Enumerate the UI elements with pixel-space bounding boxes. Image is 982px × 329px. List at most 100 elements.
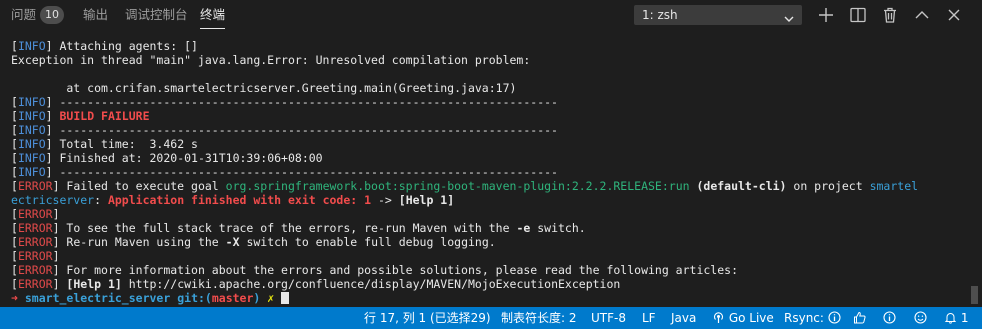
terminal-text: BUILD FAILURE <box>59 109 150 123</box>
terminal-text: [Help 1] <box>66 277 122 291</box>
terminal-line: [ERROR] [Help 1] http://cwiki.apache.org… <box>11 277 971 291</box>
terminal-lines: [INFO] Attaching agents: [] Exception in … <box>11 39 971 305</box>
terminal-text: ] For more information about the errors … <box>52 263 738 277</box>
terminal-text: ] Total time: 3.462 s <box>45 137 198 151</box>
terminal-text: http://cwiki.apache.org/confluence/displ… <box>121 277 621 291</box>
split-terminal-icon[interactable] <box>849 6 867 24</box>
terminal-text: ERROR <box>17 277 53 291</box>
terminal-text: ERROR <box>17 249 53 263</box>
notifications-button[interactable]: 1 <box>944 307 968 329</box>
terminal-text: [Help 1] <box>398 193 455 207</box>
panel-header: 问题 10 输出 调试控制台 终端 1: zsh <box>0 0 982 31</box>
rsync-label: Rsync: <box>784 311 824 325</box>
chevron-down-icon <box>784 10 794 22</box>
terminal-text: on project <box>786 179 870 193</box>
encoding[interactable]: UTF-8 <box>591 307 626 329</box>
chevron-up-icon[interactable] <box>913 6 931 24</box>
line-ending[interactable]: LF <box>642 307 656 329</box>
terminal-text: ERROR <box>17 207 53 221</box>
terminal-prompt[interactable]: ➜ smart_electric_server git:(master) ✗ <box>11 291 971 305</box>
tab-terminal[interactable]: 终端 <box>200 7 226 29</box>
language-mode[interactable]: Java <box>671 307 696 329</box>
terminal-text: INFO <box>17 95 46 109</box>
prompt-directory: smart_electric_server <box>24 291 171 305</box>
terminal-text: -e <box>516 221 531 235</box>
terminal-text: [ <box>11 179 18 193</box>
terminal-text: ] Finished at: 2020-01-31T10:39:06+08:00 <box>45 151 323 165</box>
problems-count-badge: 10 <box>40 6 64 24</box>
terminal-text: ] To see the full stack trace of the err… <box>52 221 517 235</box>
tab-size[interactable]: 制表符长度: 2 <box>501 307 577 329</box>
thumbs-up-icon[interactable] <box>853 307 866 329</box>
terminal-line: [ERROR] To see the full stack trace of t… <box>11 221 971 235</box>
terminal-line: [ERROR] Re-run Maven using the -X switch… <box>11 235 971 249</box>
notifications-count: 1 <box>960 311 969 325</box>
terminal-text: ] --------------------------------------… <box>45 123 558 137</box>
terminal-cursor <box>281 292 290 304</box>
terminal-text: : <box>94 193 108 207</box>
terminal-text: ] <box>52 207 60 221</box>
terminal-text: INFO <box>17 39 46 53</box>
info-icon <box>828 311 841 324</box>
terminal-line: [ERROR] Failed to execute goal org.sprin… <box>11 179 971 193</box>
cursor-position[interactable]: 行 17, 列 1 (已选择29) <box>364 307 491 329</box>
bell-icon <box>944 311 957 324</box>
terminal-text: ] <box>52 277 67 291</box>
go-live-button[interactable]: Go Live <box>712 307 774 329</box>
terminal-text: ERROR <box>17 179 53 193</box>
terminal-text: [ <box>11 165 18 179</box>
terminal-text: ERROR <box>17 263 53 277</box>
terminal-text: ERROR <box>17 221 53 235</box>
terminal-text: ectricserver <box>11 193 95 207</box>
terminal-text: [ <box>11 221 18 235</box>
terminal-select[interactable]: 1: zsh <box>634 5 802 25</box>
terminal-text: [ <box>11 235 18 249</box>
terminal-text: [ <box>11 123 18 137</box>
tab-problems[interactable]: 问题 <box>11 7 36 23</box>
feedback-smiley-icon[interactable] <box>914 307 927 329</box>
trash-icon[interactable] <box>881 6 899 24</box>
terminal-line: [INFO] ---------------------------------… <box>11 165 971 179</box>
close-icon[interactable] <box>945 6 963 24</box>
terminal-line: [INFO] ---------------------------------… <box>11 95 971 109</box>
terminal-text: [ <box>11 277 18 291</box>
terminal-text: Application finished with exit code: 1 <box>107 193 372 207</box>
terminal-text: switch. <box>530 221 586 235</box>
tab-output[interactable]: 输出 <box>83 7 108 23</box>
broadcast-icon <box>712 311 725 324</box>
terminal-select-value: 1: zsh <box>642 8 678 22</box>
terminal-text: [ <box>11 207 18 221</box>
terminal-line: [INFO] BUILD FAILURE <box>11 109 971 123</box>
terminal-line: [ERROR] <box>11 207 971 221</box>
prompt-git-label: git:( <box>177 291 212 305</box>
terminal-text: ] Failed to execute goal <box>52 179 226 193</box>
plus-icon[interactable] <box>817 6 835 24</box>
terminal-text: Exception in thread "main" java.lang.Err… <box>11 53 531 67</box>
terminal-text: [ <box>11 249 18 263</box>
terminal-text: ] <box>45 109 60 123</box>
terminal-line: Exception in thread "main" java.lang.Err… <box>11 53 971 67</box>
terminal-text: [ <box>11 137 18 151</box>
terminal-output[interactable]: [INFO] Attaching agents: [] Exception in … <box>0 31 982 307</box>
terminal-text: INFO <box>17 123 46 137</box>
terminal-text: (default-cli) <box>689 179 787 193</box>
terminal-text: [ <box>11 39 18 53</box>
terminal-line: [INFO] Attaching agents: [] <box>11 39 971 53</box>
terminal-line: ectricserver: Application finished with … <box>11 193 971 207</box>
terminal-text: ] --------------------------------------… <box>45 165 558 179</box>
terminal-line: [INFO] ---------------------------------… <box>11 123 971 137</box>
terminal-text: INFO <box>17 165 46 179</box>
terminal-line: [INFO] Finished at: 2020-01-31T10:39:06+… <box>11 151 971 165</box>
terminal-text: org.springframework.boot:spring-boot-mav… <box>225 179 690 193</box>
terminal-text: [ <box>11 263 18 277</box>
terminal-text: -> <box>371 193 399 207</box>
rsync-status[interactable]: Rsync: <box>784 307 841 329</box>
tab-debug-console[interactable]: 调试控制台 <box>125 7 188 23</box>
info-icon[interactable] <box>883 307 896 329</box>
terminal-text: ERROR <box>17 235 53 249</box>
terminal-scrollbar[interactable] <box>971 286 978 304</box>
terminal-text: at com.crifan.smartelectricserver.Greeti… <box>11 81 517 95</box>
go-live-label: Go Live <box>728 311 774 325</box>
terminal-text: [ <box>11 109 18 123</box>
prompt-git-branch: master <box>211 291 254 305</box>
